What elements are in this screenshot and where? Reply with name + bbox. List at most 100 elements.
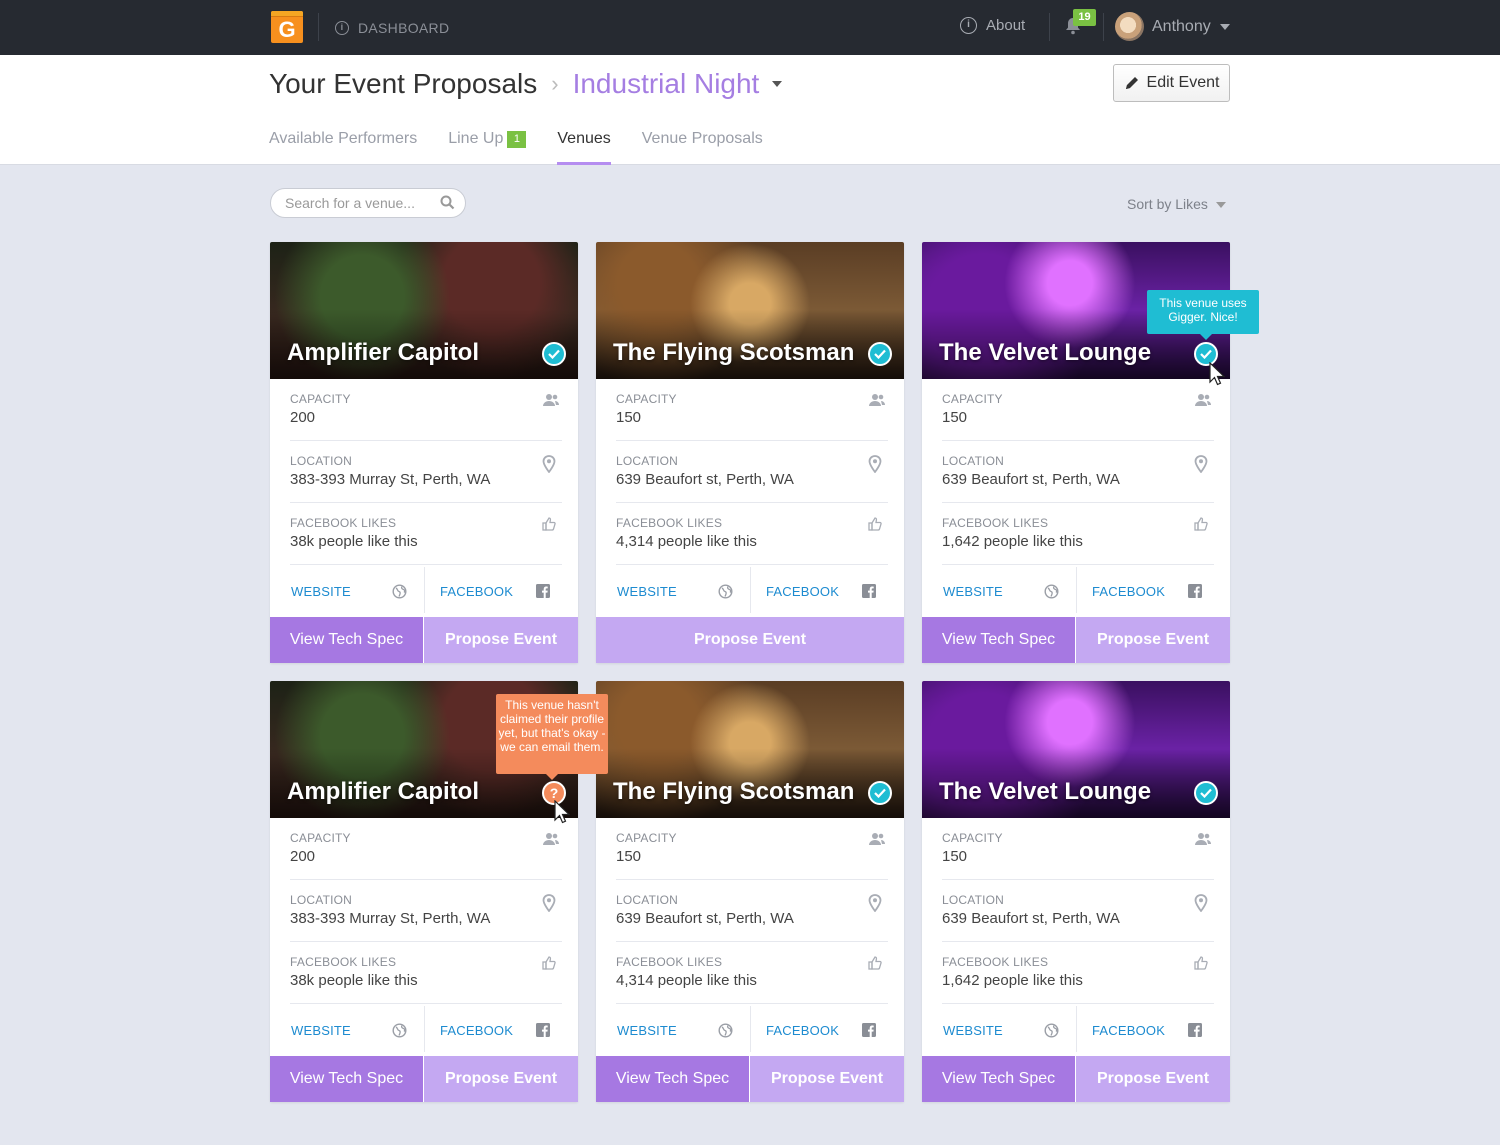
chevron-down-icon[interactable] bbox=[772, 81, 783, 87]
map-pin-icon bbox=[868, 894, 882, 912]
nav-divider bbox=[1103, 13, 1104, 41]
facebook-likes-row: FACEBOOK LIKES 1,642 people like this bbox=[942, 503, 1214, 565]
view-tech-spec-label: View Tech Spec bbox=[289, 1070, 404, 1087]
search-field[interactable] bbox=[270, 188, 466, 218]
facebook-link[interactable]: FACEBOOK bbox=[1076, 567, 1219, 613]
facebook-label: FACEBOOK bbox=[440, 584, 514, 599]
facebook-link[interactable]: FACEBOOK bbox=[424, 567, 567, 613]
facebook-link[interactable]: FACEBOOK bbox=[750, 1006, 893, 1052]
view-tech-spec-button[interactable]: View Tech Spec bbox=[922, 617, 1076, 663]
view-tech-spec-button[interactable]: View Tech Spec bbox=[922, 1056, 1076, 1102]
thumbs-up-icon bbox=[1194, 956, 1208, 970]
people-icon bbox=[543, 833, 559, 845]
globe-icon bbox=[1044, 584, 1059, 599]
capacity-label: CAPACITY bbox=[616, 392, 677, 406]
website-label: WEBSITE bbox=[617, 1023, 677, 1038]
propose-event-button[interactable]: Propose Event bbox=[1076, 1056, 1230, 1102]
propose-event-button[interactable]: Propose Event bbox=[1076, 617, 1230, 663]
search-input[interactable] bbox=[285, 195, 435, 211]
gigger-logo[interactable]: G bbox=[271, 11, 303, 43]
facebook-likes-row: FACEBOOK LIKES 4,314 people like this bbox=[616, 942, 888, 1004]
sort-label: Sort by Likes bbox=[1127, 196, 1208, 212]
tab-available-performers[interactable]: Available Performers bbox=[269, 130, 417, 165]
card-actions: View Tech Spec Propose Event bbox=[922, 617, 1230, 663]
info-icon: i bbox=[960, 17, 977, 34]
facebook-link[interactable]: FACEBOOK bbox=[1076, 1006, 1219, 1052]
propose-event-label: Propose Event bbox=[1096, 1070, 1210, 1087]
venue-name[interactable]: The Flying Scotsman bbox=[613, 778, 854, 806]
website-label: WEBSITE bbox=[291, 1023, 351, 1038]
tab-label: Line Up bbox=[448, 130, 504, 147]
propose-event-button[interactable]: Propose Event bbox=[424, 1056, 578, 1102]
about-link[interactable]: i About bbox=[960, 17, 1025, 34]
view-tech-spec-button[interactable]: View Tech Spec bbox=[596, 1056, 750, 1102]
venue-name[interactable]: The Flying Scotsman bbox=[613, 339, 854, 367]
propose-event-button[interactable]: Propose Event bbox=[596, 617, 904, 663]
website-label: WEBSITE bbox=[943, 584, 1003, 599]
propose-event-button[interactable]: Propose Event bbox=[750, 1056, 904, 1102]
location-label: LOCATION bbox=[616, 454, 679, 468]
facebook-likes-value: 1,642 people like this bbox=[942, 533, 1083, 550]
globe-icon bbox=[392, 1023, 407, 1038]
view-tech-spec-button[interactable]: View Tech Spec bbox=[270, 1056, 424, 1102]
location-label: LOCATION bbox=[942, 454, 1005, 468]
capacity-row: CAPACITY 150 bbox=[942, 379, 1214, 441]
venue-name[interactable]: The Velvet Lounge bbox=[939, 778, 1151, 806]
verified-check-icon[interactable] bbox=[542, 342, 566, 366]
location-label: LOCATION bbox=[290, 454, 353, 468]
venue-name[interactable]: Amplifier Capitol bbox=[287, 339, 479, 367]
website-link[interactable]: WEBSITE bbox=[607, 1006, 750, 1052]
website-link[interactable]: WEBSITE bbox=[281, 1006, 424, 1052]
website-link[interactable]: WEBSITE bbox=[933, 1006, 1076, 1052]
website-link[interactable]: WEBSITE bbox=[933, 567, 1076, 613]
view-tech-spec-label: View Tech Spec bbox=[289, 631, 404, 648]
lineup-count-badge: 1 bbox=[507, 131, 527, 148]
website-link[interactable]: WEBSITE bbox=[607, 567, 750, 613]
map-pin-icon bbox=[542, 455, 556, 473]
dashboard-link[interactable]: i DASHBOARD bbox=[335, 19, 449, 37]
globe-icon bbox=[718, 1023, 733, 1038]
search-icon[interactable] bbox=[440, 195, 455, 210]
view-tech-spec-button[interactable]: View Tech Spec bbox=[270, 617, 424, 663]
capacity-row: CAPACITY 200 bbox=[290, 379, 562, 441]
facebook-likes-label: FACEBOOK LIKES bbox=[290, 516, 397, 530]
people-icon bbox=[869, 833, 885, 845]
pencil-icon bbox=[1125, 77, 1138, 89]
view-tech-spec-label: View Tech Spec bbox=[941, 1070, 1056, 1087]
dashboard-label: DASHBOARD bbox=[358, 20, 450, 36]
mouse-cursor-icon bbox=[554, 800, 570, 824]
verified-check-icon[interactable] bbox=[1194, 781, 1218, 805]
venue-name[interactable]: The Velvet Lounge bbox=[939, 339, 1151, 367]
people-icon bbox=[1195, 394, 1211, 406]
website-link[interactable]: WEBSITE bbox=[281, 567, 424, 613]
verified-check-icon[interactable] bbox=[868, 781, 892, 805]
venue-links: WEBSITE FACEBOOK bbox=[607, 1006, 893, 1052]
venue-name[interactable]: Amplifier Capitol bbox=[287, 778, 479, 806]
thumbs-up-icon bbox=[868, 517, 882, 531]
capacity-row: CAPACITY 150 bbox=[616, 379, 888, 441]
chevron-down-icon bbox=[1215, 202, 1226, 209]
location-row: LOCATION 639 Beaufort st, Perth, WA bbox=[616, 441, 888, 503]
facebook-link[interactable]: FACEBOOK bbox=[424, 1006, 567, 1052]
capacity-value: 150 bbox=[942, 409, 968, 426]
card-actions: View Tech Spec Propose Event bbox=[922, 1056, 1230, 1102]
thumbs-up-icon bbox=[868, 956, 882, 970]
sort-dropdown[interactable]: Sort by Likes bbox=[1127, 196, 1226, 212]
tab-venue-proposals[interactable]: Venue Proposals bbox=[642, 130, 763, 165]
facebook-likes-label: FACEBOOK LIKES bbox=[942, 955, 1049, 969]
breadcrumb-parent[interactable]: Your Event Proposals bbox=[269, 68, 537, 100]
thumbs-up-icon bbox=[1194, 517, 1208, 531]
location-value: 383-393 Murray St, Perth, WA bbox=[290, 471, 491, 488]
edit-event-button[interactable]: Edit Event bbox=[1113, 64, 1230, 102]
user-menu[interactable]: Anthony bbox=[1115, 12, 1230, 41]
card-actions: View Tech Spec Propose Event bbox=[270, 1056, 578, 1102]
propose-event-button[interactable]: Propose Event bbox=[424, 617, 578, 663]
globe-icon bbox=[718, 584, 733, 599]
tab-venues[interactable]: Venues bbox=[557, 130, 612, 165]
event-name-dropdown[interactable]: Industrial Night bbox=[573, 68, 760, 100]
facebook-link[interactable]: FACEBOOK bbox=[750, 567, 893, 613]
capacity-row: CAPACITY 150 bbox=[616, 818, 888, 880]
verified-check-icon[interactable] bbox=[868, 342, 892, 366]
tab-line-up[interactable]: Line Up 1 bbox=[448, 130, 527, 165]
tab-label: Venues bbox=[557, 130, 611, 147]
